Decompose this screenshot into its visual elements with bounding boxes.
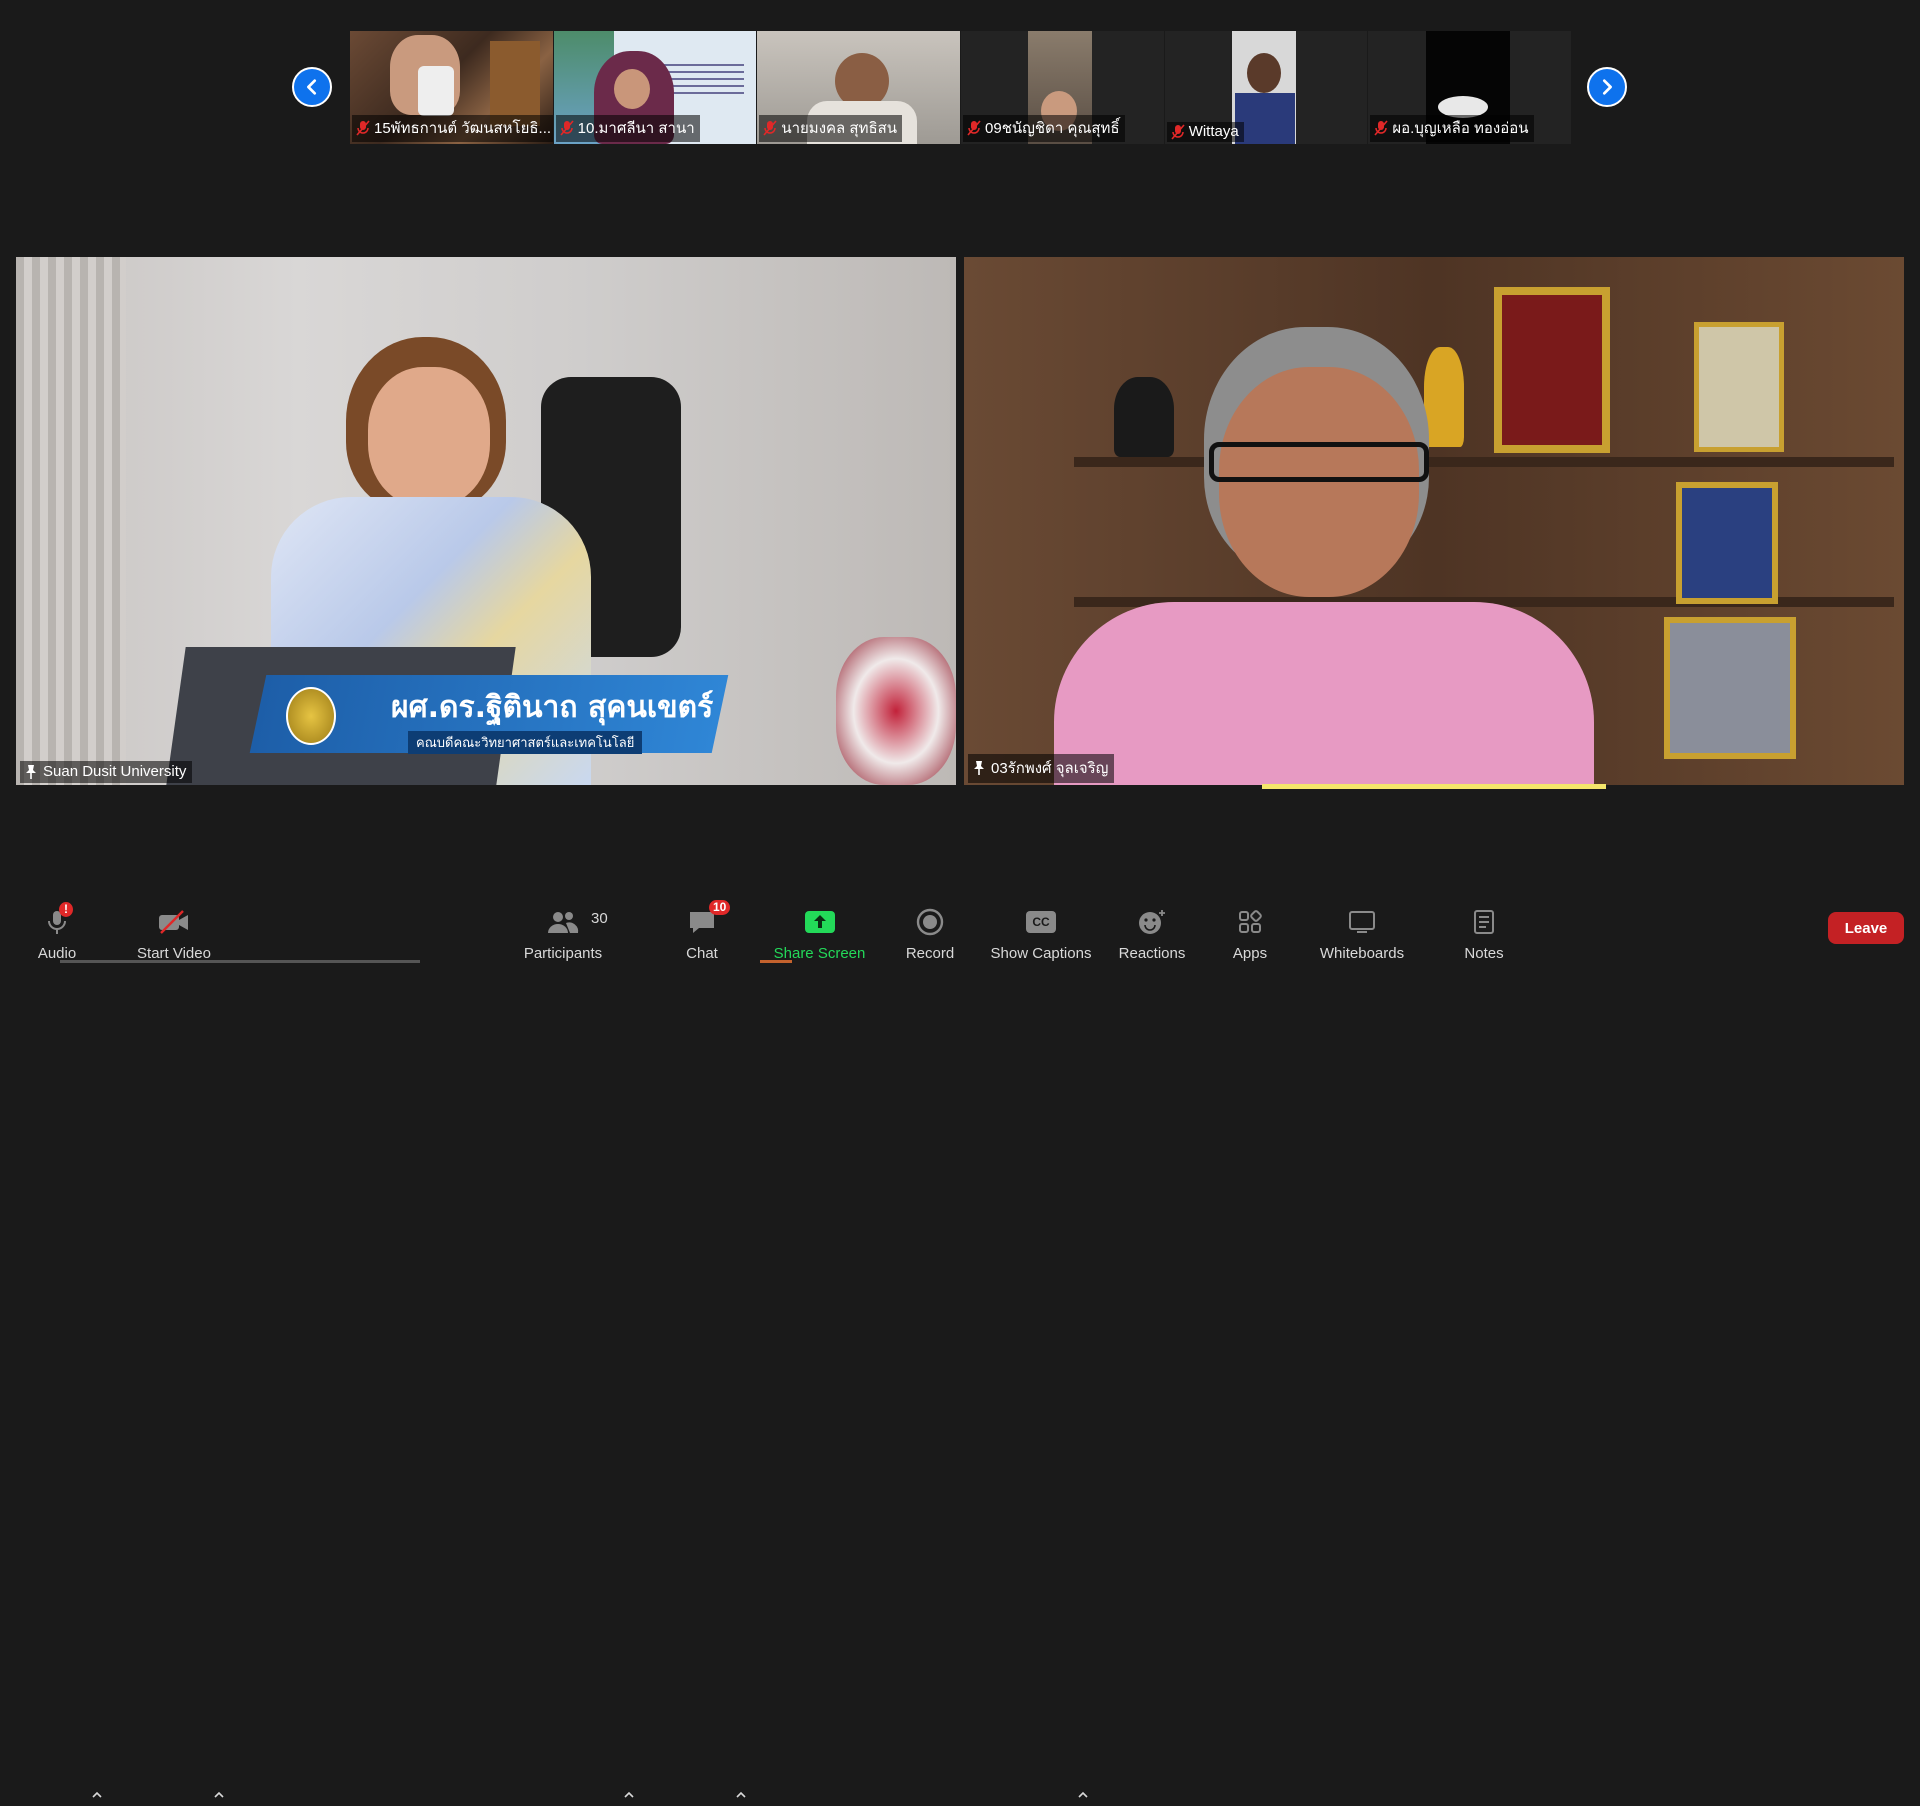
whiteboards-button[interactable]: Whiteboards [1316, 885, 1408, 963]
chevron-right-icon [1602, 79, 1612, 95]
speaker-video [964, 257, 1904, 785]
participant-thumbnail[interactable]: นายมงคล สุทธิสน [757, 31, 961, 144]
participant-thumbnail[interactable]: 09ชนัญชิดา คุณสุทธิ์ [961, 31, 1164, 144]
mic-muted-icon [560, 120, 574, 136]
university-seal [286, 687, 336, 745]
audio-options-caret[interactable] [91, 1788, 105, 1802]
pin-icon [24, 764, 38, 780]
start-video-button[interactable]: Start Video [133, 885, 215, 963]
participants-options-caret[interactable] [623, 1788, 637, 1802]
prev-page-button[interactable] [292, 67, 332, 107]
mic-muted-icon [356, 120, 370, 136]
show-captions-button[interactable]: CC Show Captions [990, 885, 1092, 963]
banner-position: คณบดีคณะวิทยาศาสตร์และเทคโนโลยี [408, 731, 643, 754]
participant-name-label: Suan Dusit University [20, 761, 193, 783]
chevron-left-icon [307, 79, 317, 95]
participant-thumbnail[interactable]: 10.มาศลีนา สานา [553, 31, 757, 144]
chevron-up-icon [624, 1791, 634, 1798]
apps-icon [1237, 902, 1263, 942]
participants-icon: 30 [546, 902, 608, 942]
chevron-up-icon [1078, 1791, 1088, 1798]
chat-button[interactable]: 10 Chat [682, 885, 731, 963]
participant-name-label: นายมงคล สุทธิสน [759, 115, 903, 142]
banner-name: ผศ.ดร.ฐิตินาถ สุคนเขตร์ [391, 690, 714, 725]
participant-name-label: 03รักพงศ์ จุลเจริญ [968, 754, 1115, 783]
record-button[interactable]: Record [904, 885, 956, 963]
chat-icon: 10 [687, 900, 731, 942]
microphone-icon: ! [45, 902, 73, 942]
chevron-up-icon [736, 1791, 746, 1798]
next-page-button[interactable] [1587, 67, 1627, 107]
participant-name-label: 15พัทธกานต์ วัฒนสหโยธิ... [352, 115, 553, 142]
video-options-caret[interactable] [213, 1788, 227, 1802]
mic-muted-icon [1171, 123, 1185, 140]
participant-name-label: Wittaya [1166, 122, 1244, 142]
audio-button[interactable]: ! Audio [26, 885, 88, 963]
mic-muted-icon [967, 120, 981, 136]
reactions-button[interactable]: Reactions [1117, 885, 1187, 963]
captions-icon: CC [1026, 902, 1056, 942]
chat-unread-badge: 10 [709, 900, 731, 915]
participant-name-label: ผอ.บุญเหลือ ทองอ่อน [1370, 115, 1534, 142]
audio-alert-badge: ! [59, 902, 73, 917]
participant-thumbnail[interactable]: Wittaya [1164, 31, 1368, 144]
notes-icon [1472, 902, 1496, 942]
video-tile-suan-dusit[interactable]: ผศ.ดร.ฐิตินาถ สุคนเขตร์ คณบดีคณะวิทยาศาส… [16, 257, 956, 785]
active-speaker-indicator [1262, 784, 1606, 789]
chevron-up-icon [214, 1791, 224, 1798]
share-screen-icon [804, 902, 836, 942]
chevron-up-icon [92, 1791, 102, 1798]
record-icon [916, 902, 944, 942]
apps-button[interactable]: Apps [1230, 885, 1270, 963]
share-screen-button[interactable]: Share Screen [772, 885, 867, 963]
notes-button[interactable]: Notes [1462, 885, 1506, 963]
video-off-icon [157, 902, 191, 942]
reactions-icon [1137, 902, 1167, 942]
participant-name-label: 09ชนัญชิดา คุณสุทธิ์ [963, 115, 1125, 142]
participants-count: 30 [591, 910, 608, 927]
whiteboard-icon [1347, 902, 1377, 942]
video-tile-active-speaker[interactable]: 03รักพงศ์ จุลเจริญ [964, 257, 1904, 785]
pin-icon [972, 760, 986, 776]
leave-meeting-button[interactable]: Leave [1828, 912, 1904, 944]
thumbnail-strip: 15พัทธกานต์ วัฒนสหโยธิ... 10.มาศลีนา สาน… [350, 31, 1572, 144]
captions-options-caret[interactable] [1077, 1788, 1091, 1802]
mic-muted-icon [763, 120, 777, 136]
participant-thumbnail[interactable]: ผอ.บุญเหลือ ทองอ่อน [1368, 31, 1572, 144]
mic-muted-icon [1374, 120, 1388, 136]
participant-name-label: 10.มาศลีนา สานา [555, 115, 700, 142]
chat-options-caret[interactable] [735, 1788, 749, 1802]
participant-thumbnail[interactable]: 15พัทธกานต์ วัฒนสหโยธิ... [350, 31, 553, 144]
participants-button[interactable]: 30 Participants [520, 885, 608, 963]
meeting-toolbar: ! Audio Start Video 30 Participants 10 C… [0, 885, 1920, 1798]
